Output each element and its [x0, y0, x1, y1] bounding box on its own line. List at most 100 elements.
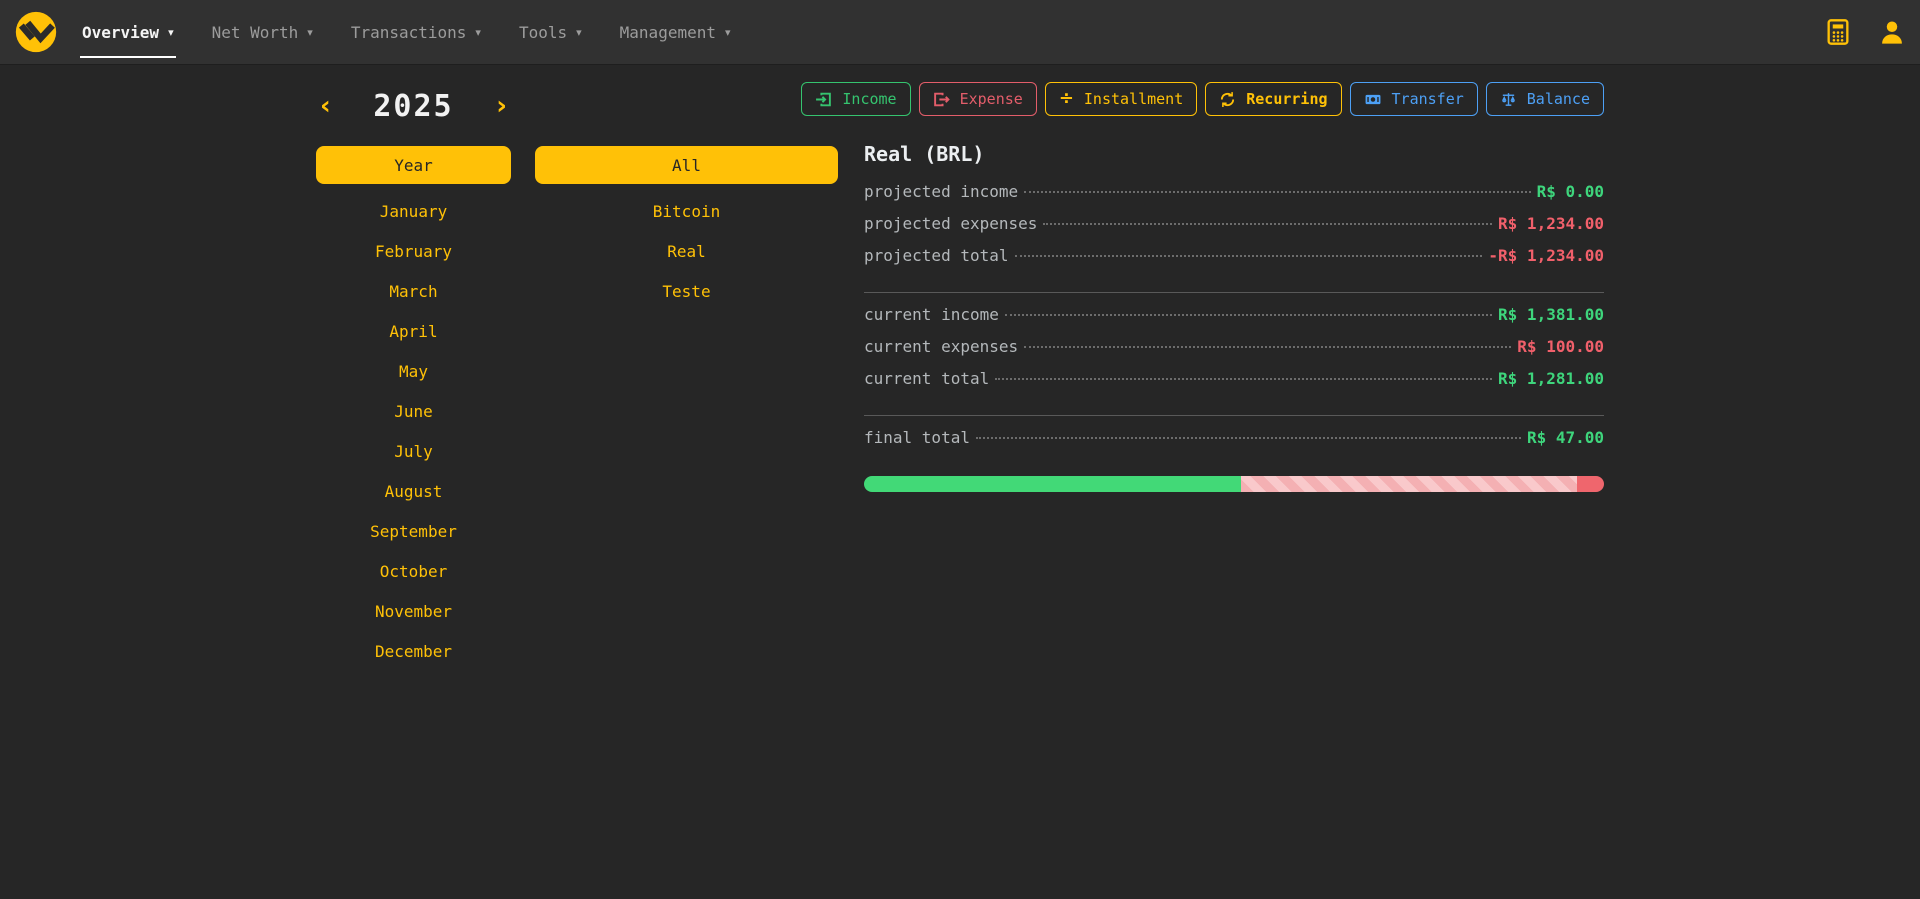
scales-icon: [1500, 91, 1517, 108]
menu-tools-label: Tools: [519, 23, 567, 42]
row-label: current income: [864, 305, 999, 324]
row-value: R$ 47.00: [1527, 428, 1604, 447]
menu-net-worth-label: Net Worth: [212, 23, 299, 42]
next-year-button[interactable]: ›: [492, 93, 511, 119]
spacer: [535, 84, 838, 146]
dotted-leader: [1015, 255, 1483, 257]
chevron-down-icon: ▾: [307, 26, 313, 39]
months-list: January February March April May June Ju…: [316, 191, 511, 671]
menu-management-label: Management: [620, 23, 716, 42]
row-label: final total: [864, 428, 970, 447]
list-item: October: [316, 551, 511, 591]
wallet-link-teste[interactable]: Teste: [662, 282, 710, 301]
recurring-button-label: Recurring: [1246, 90, 1327, 108]
section-divider: [864, 292, 1604, 293]
menu-overview-label: Overview: [82, 23, 159, 42]
progress-segment-income: [864, 476, 1241, 492]
menu-tools[interactable]: Tools ▾: [517, 0, 584, 64]
menu-management[interactable]: Management ▾: [618, 0, 733, 64]
row-label: current total: [864, 369, 989, 388]
months-column: Year January February March April May Ju…: [316, 146, 511, 671]
list-item: January: [316, 191, 511, 231]
dotted-leader: [1024, 346, 1511, 348]
box-arrow-in-right-icon: [815, 91, 832, 108]
income-expense-progress-bar: [864, 476, 1604, 492]
calculator-icon[interactable]: [1824, 18, 1852, 46]
row-label: projected total: [864, 246, 1009, 265]
month-link-november[interactable]: November: [375, 602, 452, 621]
month-link-march[interactable]: March: [389, 282, 437, 301]
month-link-august[interactable]: August: [385, 482, 443, 501]
menu-net-worth[interactable]: Net Worth ▾: [210, 0, 315, 64]
month-link-september[interactable]: September: [370, 522, 457, 541]
dotted-leader: [976, 437, 1521, 439]
summary-row-projected-total: projected total -R$ 1,234.00: [864, 246, 1604, 278]
chevron-down-icon: ▾: [725, 26, 731, 39]
list-item: Teste: [535, 271, 838, 311]
list-item: April: [316, 311, 511, 351]
repeat-icon: [1219, 91, 1236, 108]
list-item: November: [316, 591, 511, 631]
progress-segment-projected-expenses: [1241, 476, 1577, 492]
summary-row-projected-expenses: projected expenses R$ 1,234.00: [864, 214, 1604, 246]
dotted-leader: [995, 378, 1492, 380]
list-item: February: [316, 231, 511, 271]
navbar-right: [1824, 18, 1906, 46]
month-link-april[interactable]: April: [389, 322, 437, 341]
summary-row-final-total: final total R$ 47.00: [864, 428, 1604, 460]
month-link-may[interactable]: May: [399, 362, 428, 381]
expense-button-label: Expense: [960, 90, 1023, 108]
expense-button[interactable]: Expense: [919, 82, 1037, 116]
chevron-down-icon: ▾: [475, 26, 481, 39]
summary-row-projected-income: projected income R$ 0.00: [864, 182, 1604, 214]
list-item: June: [316, 391, 511, 431]
transfer-button[interactable]: Transfer: [1350, 82, 1478, 116]
transfer-button-label: Transfer: [1392, 90, 1464, 108]
app-logo-icon[interactable]: [14, 10, 58, 54]
income-button[interactable]: Income: [801, 82, 910, 116]
row-value: R$ 1,381.00: [1498, 305, 1604, 324]
previous-year-button[interactable]: ‹: [316, 93, 335, 119]
wallet-link-real[interactable]: Real: [667, 242, 706, 261]
list-item: Bitcoin: [535, 191, 838, 231]
balance-button-label: Balance: [1527, 90, 1590, 108]
month-link-june[interactable]: June: [394, 402, 433, 421]
month-link-december[interactable]: December: [375, 642, 452, 661]
recurring-button[interactable]: Recurring: [1205, 82, 1341, 116]
current-year-label: 2025: [373, 89, 453, 124]
dotted-leader: [1005, 314, 1492, 316]
month-link-february[interactable]: February: [375, 242, 452, 261]
divide-icon: ÷: [1059, 90, 1074, 108]
row-value: R$ 1,281.00: [1498, 369, 1604, 388]
chevron-down-icon: ▾: [576, 26, 582, 39]
list-item: Real: [535, 231, 838, 271]
menu-transactions[interactable]: Transactions ▾: [349, 0, 483, 64]
row-value: -R$ 1,234.00: [1488, 246, 1604, 265]
cash-transfer-icon: [1364, 91, 1382, 108]
installment-button-label: Installment: [1084, 90, 1183, 108]
dotted-leader: [1043, 223, 1492, 225]
all-wallets-button[interactable]: All: [535, 146, 838, 184]
list-item: March: [316, 271, 511, 311]
user-icon[interactable]: [1878, 18, 1906, 46]
main-menu: Overview ▾ Net Worth ▾ Transactions ▾ To…: [80, 0, 733, 64]
month-link-october[interactable]: October: [380, 562, 447, 581]
wallet-link-bitcoin[interactable]: Bitcoin: [653, 202, 720, 221]
wallets-column: All Bitcoin Real Teste: [535, 146, 838, 671]
row-value: R$ 0.00: [1537, 182, 1604, 201]
row-label: projected expenses: [864, 214, 1037, 233]
row-label: projected income: [864, 182, 1018, 201]
list-item: September: [316, 511, 511, 551]
menu-overview[interactable]: Overview ▾: [80, 0, 176, 64]
dotted-leader: [1024, 191, 1530, 193]
list-item: May: [316, 351, 511, 391]
balance-button[interactable]: Balance: [1486, 82, 1604, 116]
summary-row-current-expenses: current expenses R$ 100.00: [864, 337, 1604, 369]
installment-button[interactable]: ÷ Installment: [1045, 82, 1197, 116]
box-arrow-out-right-icon: [933, 91, 950, 108]
wallets-list: Bitcoin Real Teste: [535, 191, 838, 311]
list-item: August: [316, 471, 511, 511]
year-filter-button[interactable]: Year: [316, 146, 511, 184]
month-link-january[interactable]: January: [380, 202, 447, 221]
month-link-july[interactable]: July: [394, 442, 433, 461]
